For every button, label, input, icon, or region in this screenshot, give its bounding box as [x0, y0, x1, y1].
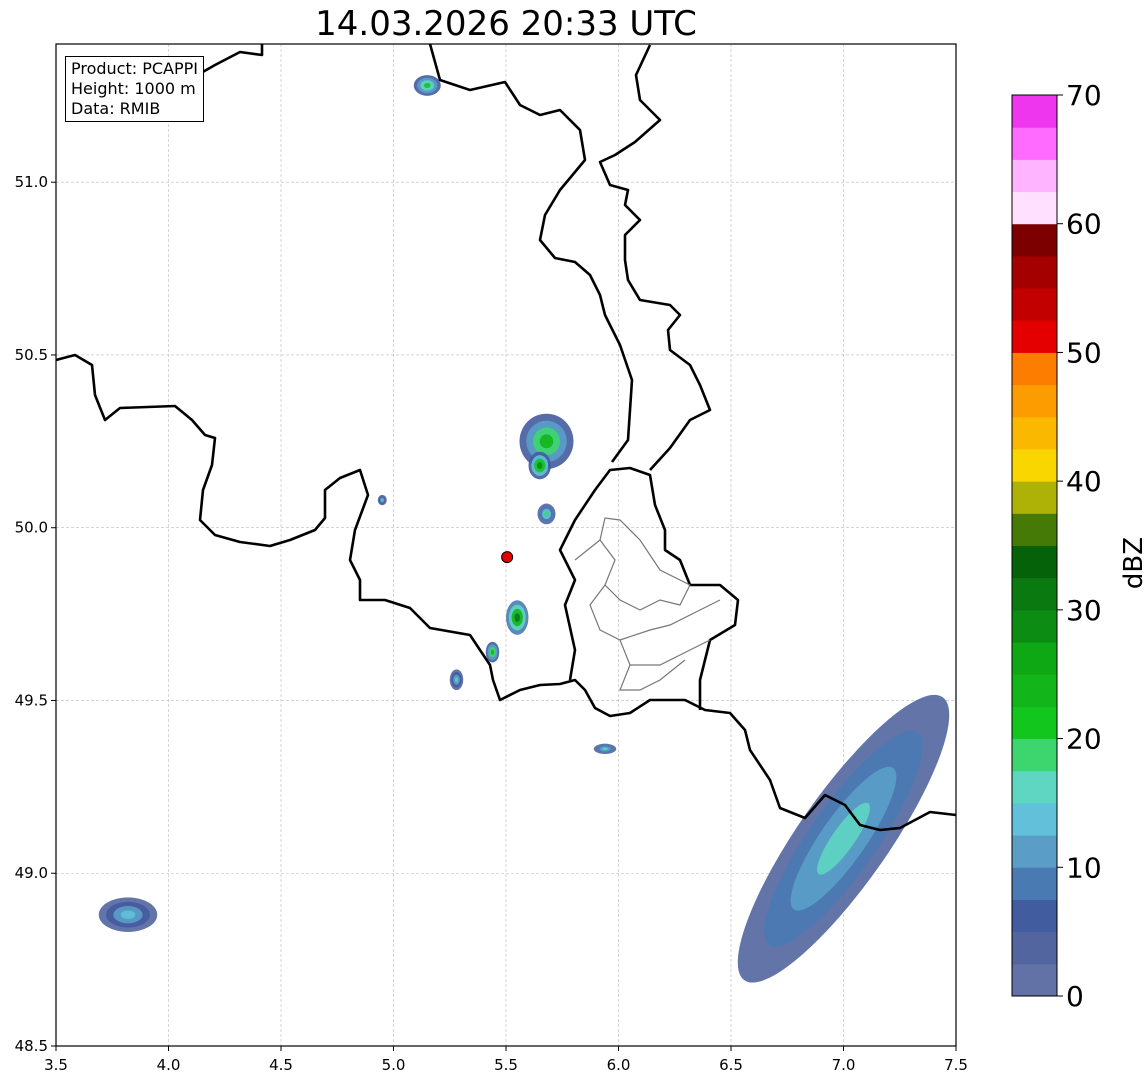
echo-level	[120, 910, 136, 920]
y-axis-ticks: 48.5 49.0 49.5 50.0 50.5 51.0	[15, 173, 56, 1055]
echo-level	[514, 613, 521, 622]
echo-cell-southeast	[593, 743, 617, 755]
product-label: Product: PCAPPI	[71, 59, 199, 78]
echo-north-border	[413, 75, 441, 96]
radar-site-marker	[501, 551, 514, 564]
x-tick-label: 5.5	[494, 1056, 518, 1074]
echo-cell-east	[537, 503, 556, 525]
x-tick-label: 6.5	[719, 1056, 743, 1074]
echo-level	[539, 434, 554, 449]
colorbar-label: dBZ	[1119, 536, 1145, 590]
y-tick-label: 49.0	[15, 864, 48, 882]
echo-level	[544, 511, 549, 517]
x-tick-label: 6.0	[607, 1056, 631, 1074]
echo-level	[602, 747, 608, 751]
echo-level	[536, 462, 543, 469]
echo-level	[490, 649, 495, 655]
echo-cell-south-3	[449, 669, 464, 691]
x-tick-label: 5.0	[382, 1056, 406, 1074]
x-tick-label: 3.5	[44, 1056, 68, 1074]
x-tick-label: 7.5	[944, 1056, 968, 1074]
y-tick-label: 51.0	[15, 173, 48, 191]
y-tick-label: 49.5	[15, 691, 48, 709]
y-tick-label: 50.5	[15, 346, 48, 364]
echo-level	[454, 677, 459, 683]
data-source-label: Data: RMIB	[71, 99, 161, 118]
x-tick-label: 4.5	[269, 1056, 293, 1074]
y-tick-label: 48.5	[15, 1037, 48, 1055]
echo-small-cell-west	[377, 494, 387, 506]
echo-cell-south-1	[506, 600, 529, 635]
x-axis-ticks: 3.5 4.0 4.5 5.0 5.5 6.0 6.5 7.0 7.5	[44, 1046, 968, 1074]
echo-level	[381, 498, 384, 502]
x-tick-label: 4.0	[157, 1056, 181, 1074]
product-info-box: Product: PCAPPI Height: 1000 m Data: RMI…	[65, 56, 205, 122]
radar-map: 3.5 4.0 4.5 5.0 5.5 6.0 6.5 7.0 7.5 48.5 49.0 49.5…	[15, 43, 968, 1074]
y-tick-label: 50.0	[15, 519, 48, 537]
echo-ardennes-cluster-2	[528, 451, 551, 480]
x-tick-label: 7.0	[832, 1056, 856, 1074]
echo-southwest-cluster	[98, 897, 158, 932]
height-label: Height: 1000 m	[71, 79, 196, 98]
echo-level	[423, 82, 431, 89]
